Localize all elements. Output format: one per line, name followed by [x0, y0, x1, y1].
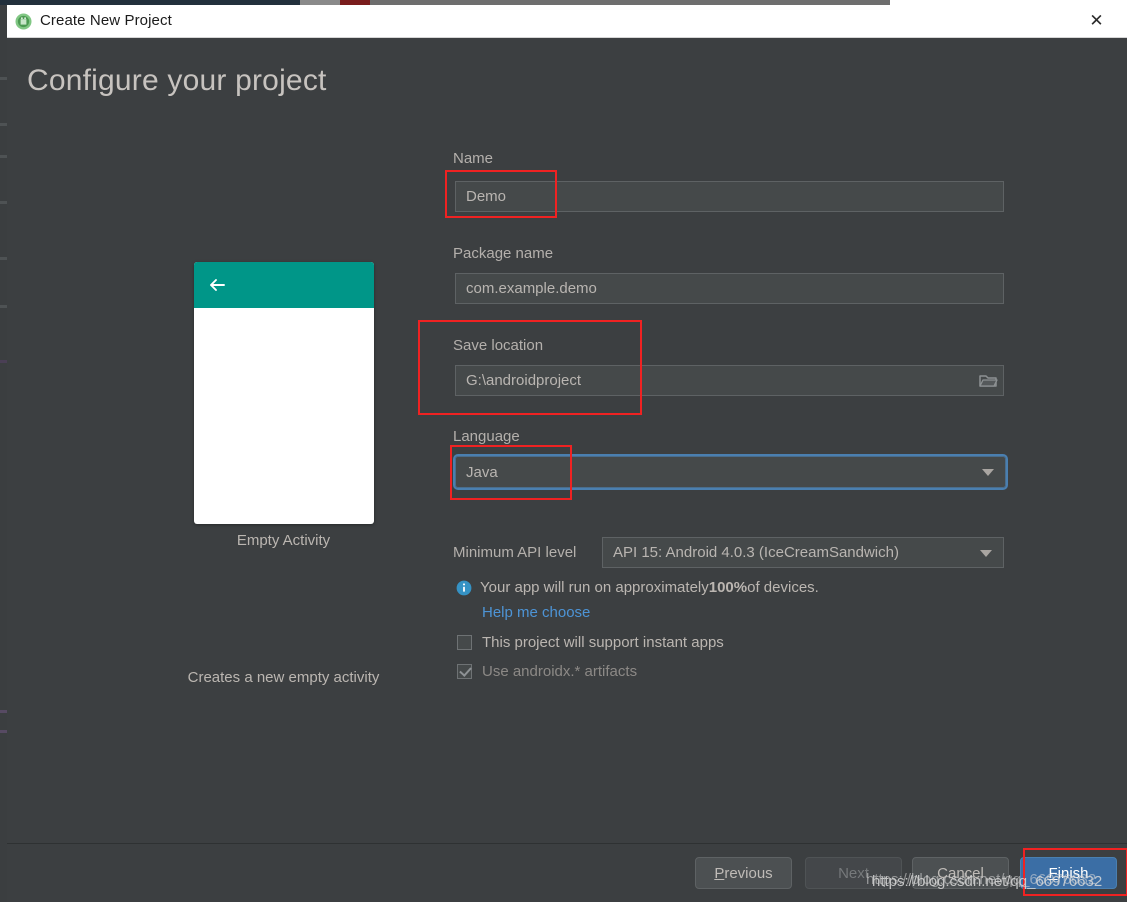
androidx-checkbox[interactable]	[457, 664, 472, 679]
close-icon[interactable]: ✕	[1074, 5, 1119, 37]
chevron-down-icon	[982, 469, 994, 476]
minimum-api-level-value: API 15: Android 4.0.3 (IceCreamSandwich)	[613, 544, 899, 561]
instant-apps-checkbox-row[interactable]: This project will support instant apps	[457, 634, 724, 651]
device-note-prefix: Your app will run on approximately	[480, 579, 709, 596]
androidx-label: Use androidx.* artifacts	[482, 663, 637, 680]
minimum-api-level-label: Minimum API level	[453, 544, 576, 561]
name-input[interactable]: Demo	[455, 181, 1004, 212]
package-name-label: Package name	[453, 245, 553, 262]
save-location-input[interactable]: G:\androidproject	[455, 365, 1004, 396]
device-coverage-note: Your app will run on approximately 100% …	[456, 579, 819, 596]
chevron-down-icon	[980, 550, 992, 557]
android-studio-icon	[15, 13, 32, 30]
activity-preview-card	[194, 262, 374, 524]
save-location-value: G:\androidproject	[466, 372, 581, 389]
minimum-api-level-combobox[interactable]: API 15: Android 4.0.3 (IceCreamSandwich)	[602, 537, 1004, 568]
androidx-checkbox-row[interactable]: Use androidx.* artifacts	[457, 663, 637, 680]
window-titlebar: Create New Project ✕	[7, 5, 1127, 38]
cancel-button[interactable]: Cancel	[912, 857, 1009, 889]
package-name-input[interactable]: com.example.demo	[455, 273, 1004, 304]
save-location-label: Save location	[453, 337, 543, 354]
help-me-choose-link[interactable]: Help me choose	[482, 604, 590, 621]
finish-button[interactable]: Finish	[1020, 857, 1117, 889]
page-title: Configure your project	[27, 64, 327, 98]
arrow-left-icon	[207, 275, 227, 295]
finish-mnemonic: F	[1048, 865, 1057, 882]
instant-apps-checkbox[interactable]	[457, 635, 472, 650]
info-icon	[456, 580, 472, 596]
language-label: Language	[453, 428, 520, 445]
instant-apps-label: This project will support instant apps	[482, 634, 724, 651]
language-combobox[interactable]: Java	[455, 456, 1006, 488]
folder-icon[interactable]	[978, 372, 998, 390]
window-title: Create New Project	[40, 12, 172, 29]
finish-label: inish	[1058, 865, 1089, 882]
desktop-strip-left	[0, 5, 7, 902]
footer-separator	[7, 843, 1127, 844]
device-note-percent: 100%	[709, 579, 747, 596]
screen-root: Create New Project ✕ Configure your proj…	[0, 0, 1127, 902]
device-note-suffix: of devices.	[747, 579, 819, 596]
create-new-project-dialog: Configure your project Empty Activity Cr…	[7, 38, 1127, 902]
previous-button[interactable]: Previous	[695, 857, 792, 889]
language-value: Java	[466, 464, 498, 481]
previous-label: revious	[724, 865, 772, 882]
preview-appbar	[194, 262, 374, 308]
next-button: Next	[805, 857, 902, 889]
name-label: Name	[453, 150, 493, 167]
previous-mnemonic: P	[714, 865, 724, 882]
